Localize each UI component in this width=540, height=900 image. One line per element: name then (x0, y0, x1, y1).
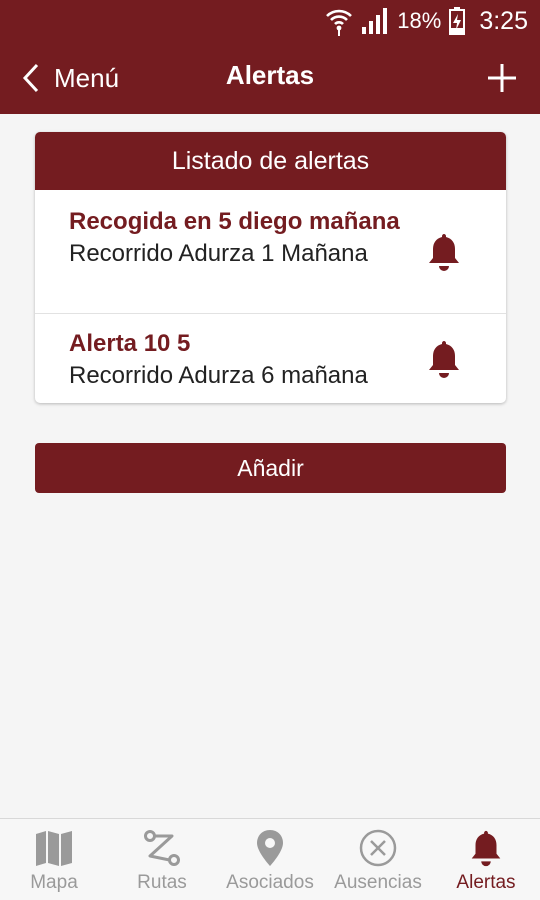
nav-label: Rutas (137, 872, 187, 893)
bell-icon[interactable] (424, 337, 464, 381)
nav-label: Mapa (30, 872, 78, 893)
status-bar: 18% 3:25 (0, 0, 540, 42)
clock: 3:25 (479, 6, 528, 35)
back-button[interactable]: Menú (22, 58, 119, 98)
route-icon (144, 830, 180, 866)
nav-item-ausencias[interactable]: Ausencias (324, 819, 432, 900)
add-icon[interactable] (482, 58, 522, 98)
alert-subtitle: Recorrido Adurza 6 mañana (69, 362, 368, 389)
nav-item-asociados[interactable]: Asociados (216, 819, 324, 900)
app-bar: Menú Alertas (0, 42, 540, 114)
add-alert-button[interactable]: Añadir (35, 443, 506, 493)
alerts-list-card: Listado de alertas Recogida en 5 diego m… (35, 132, 506, 403)
battery-charging-icon (449, 7, 466, 35)
location-pin-icon (257, 830, 283, 866)
alert-item[interactable]: Alerta 10 5 Recorrido Adurza 6 mañana (35, 313, 506, 403)
nav-item-rutas[interactable]: Rutas (108, 819, 216, 900)
map-icon (36, 831, 72, 866)
wifi-icon (326, 9, 353, 36)
nav-item-alertas[interactable]: Alertas (432, 819, 540, 900)
circle-x-icon (359, 829, 397, 867)
signal-icon (362, 8, 388, 34)
alert-subtitle: Recorrido Adurza 1 Mañana (69, 240, 368, 267)
bottom-navigation: Mapa Rutas Asociados Ausencias Alertas (0, 818, 540, 900)
alert-title: Alerta 10 5 (69, 330, 191, 357)
top-bar: 18% 3:25 Menú Alertas (0, 0, 540, 114)
chevron-left-icon (22, 63, 39, 93)
nav-label: Asociados (226, 872, 314, 893)
nav-label: Ausencias (334, 872, 422, 893)
alert-item[interactable]: Recogida en 5 diego mañana Recorrido Adu… (35, 190, 506, 313)
nav-label: Alertas (456, 872, 516, 893)
alerts-list-header: Listado de alertas (35, 132, 506, 190)
nav-item-mapa[interactable]: Mapa (0, 819, 108, 900)
bell-icon (471, 830, 501, 867)
battery-percentage: 18% (397, 8, 442, 33)
bell-icon[interactable] (424, 230, 464, 274)
alert-title: Recogida en 5 diego mañana (69, 208, 400, 235)
back-button-label: Menú (54, 62, 120, 93)
